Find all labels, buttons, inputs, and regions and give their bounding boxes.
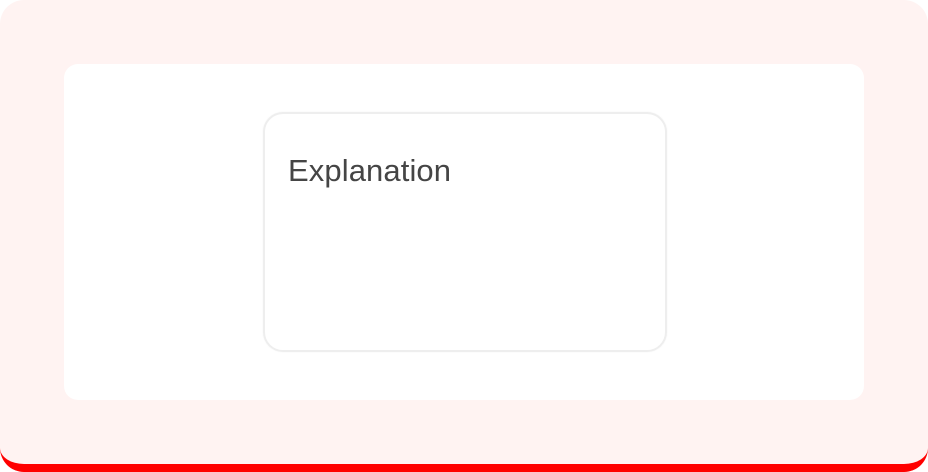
explanation-label: Explanation <box>288 153 452 188</box>
content-panel: Explanation <box>64 64 864 400</box>
card-bottom-fade <box>265 340 665 350</box>
explanation-card[interactable]: Explanation <box>263 112 667 352</box>
outer-frame: Explanation <box>0 0 928 472</box>
